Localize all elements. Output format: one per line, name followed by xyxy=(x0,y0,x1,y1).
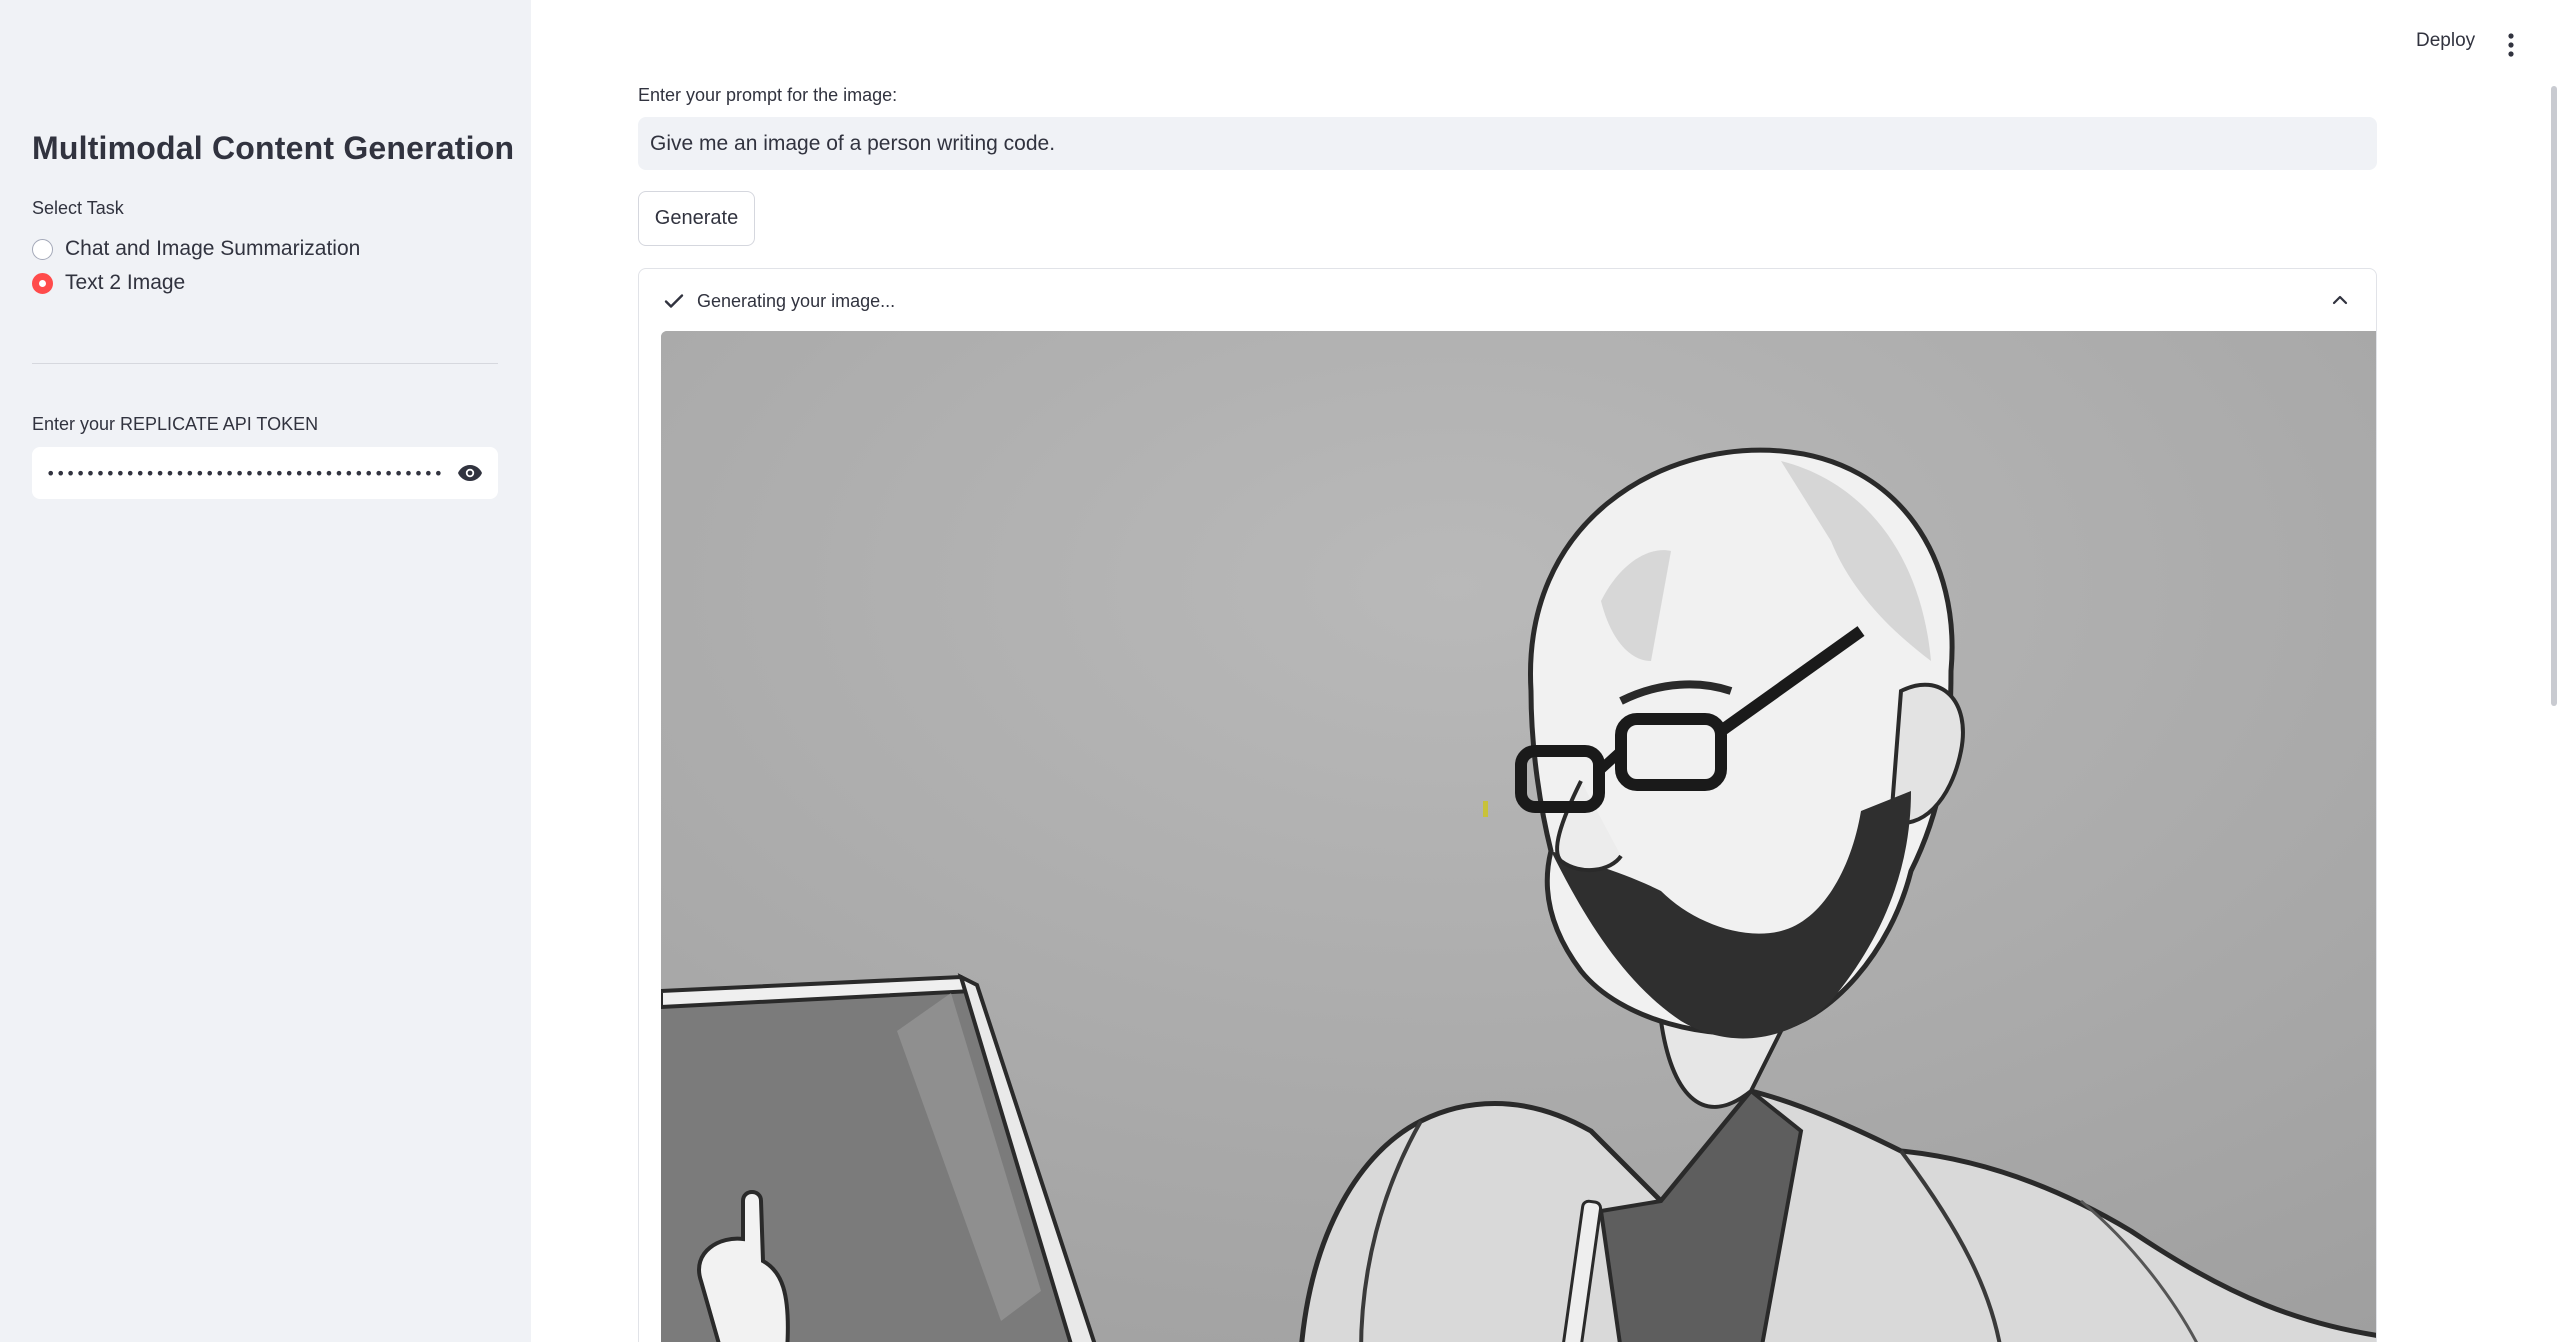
radio-text-2-image[interactable]: Text 2 Image xyxy=(32,271,185,295)
sidebar: Multimodal Content Generation Select Tas… xyxy=(0,0,531,1342)
check-icon xyxy=(663,290,685,312)
status-expander: Generating your image... xyxy=(638,268,2377,1342)
generate-button[interactable]: Generate xyxy=(638,191,755,246)
chevron-up-icon[interactable] xyxy=(2330,290,2350,310)
sidebar-divider xyxy=(32,363,498,364)
api-token-input[interactable]: •••••••••••••••••••••••••••••••••••••••• xyxy=(32,447,498,499)
main-content: Deploy Enter your prompt for the image: … xyxy=(531,0,2559,1342)
eye-icon[interactable] xyxy=(456,459,484,487)
api-token-value[interactable]: •••••••••••••••••••••••••••••••••••••••• xyxy=(46,464,456,483)
scrollbar-thumb[interactable] xyxy=(2551,86,2557,706)
sidebar-title: Multimodal Content Generation xyxy=(32,130,515,166)
radio-button[interactable] xyxy=(32,238,53,260)
radio-button-selected[interactable] xyxy=(32,272,53,294)
prompt-label: Enter your prompt for the image: xyxy=(638,85,898,105)
select-task-label: Select Task xyxy=(32,198,124,218)
deploy-button[interactable]: Deploy xyxy=(2416,30,2475,52)
api-token-label: Enter your REPLICATE API TOKEN xyxy=(32,414,319,434)
generated-image xyxy=(661,331,2376,1342)
vertical-dots-icon[interactable] xyxy=(2499,30,2523,60)
radio-label: Text 2 Image xyxy=(65,271,186,294)
radio-chat-image-summarization[interactable]: Chat and Image Summarization xyxy=(32,237,360,261)
radio-label: Chat and Image Summarization xyxy=(65,237,361,260)
status-expander-header[interactable]: Generating your image... xyxy=(639,269,2376,333)
app: Multimodal Content Generation Select Tas… xyxy=(0,0,2559,1342)
prompt-input[interactable]: Give me an image of a person writing cod… xyxy=(638,117,2377,170)
status-text: Generating your image... xyxy=(697,290,896,311)
